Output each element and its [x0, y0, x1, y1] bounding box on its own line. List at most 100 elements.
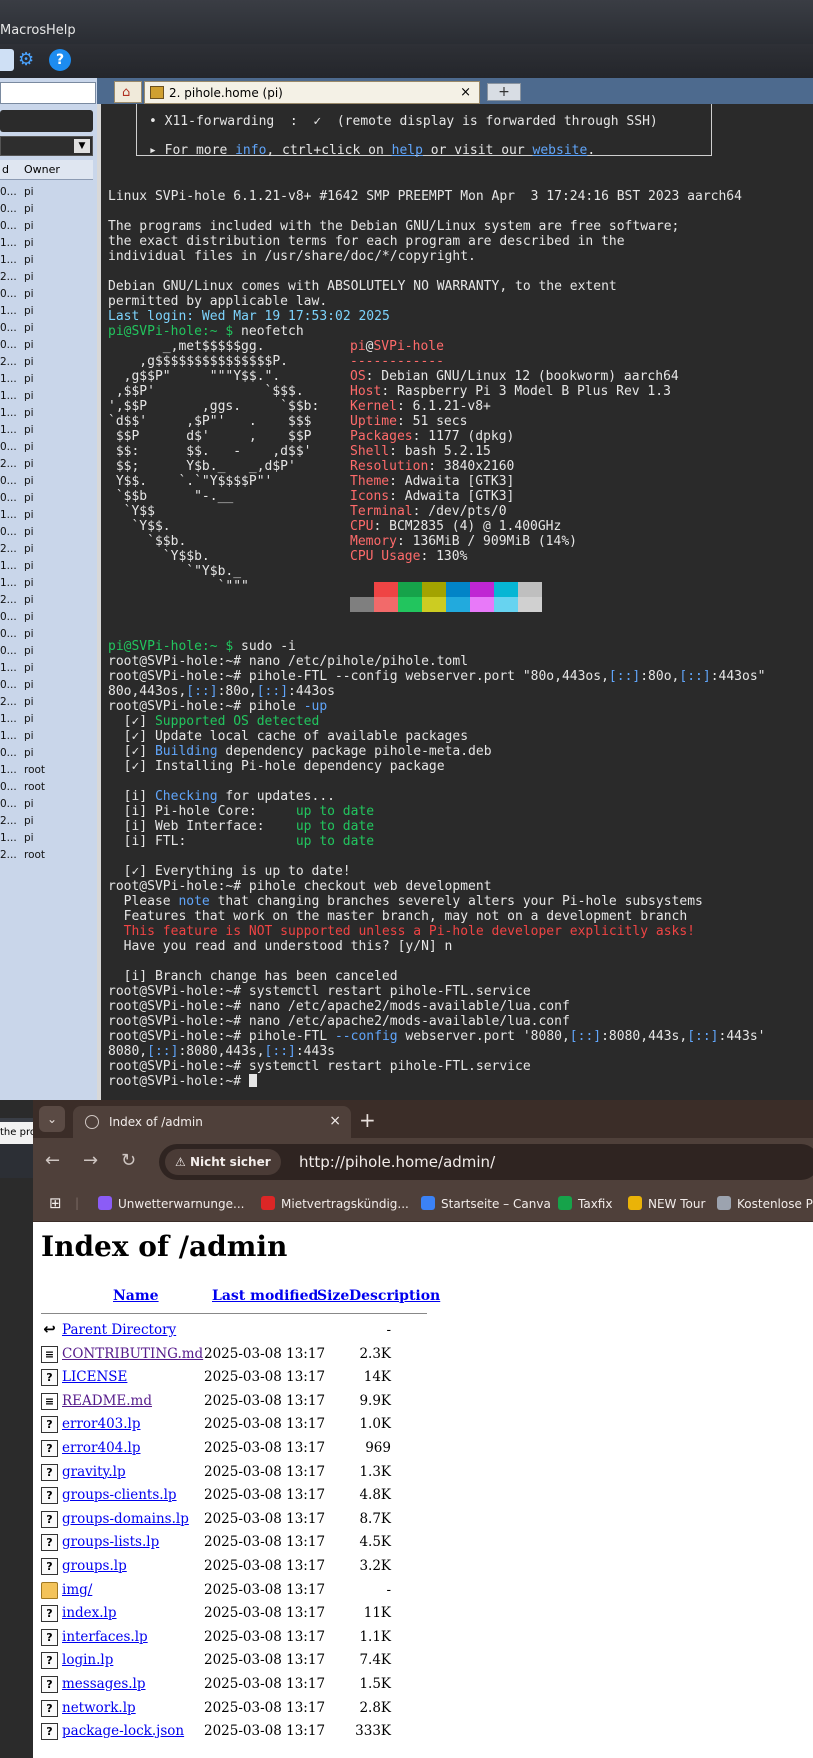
file-link[interactable]: groups-lists.lp [62, 1534, 159, 1550]
home-tab[interactable]: ⌂ [114, 81, 142, 103]
sort-description-link[interactable]: Description [349, 1288, 440, 1304]
menu-macros[interactable]: Macros [0, 23, 46, 38]
help-link[interactable]: help [392, 143, 423, 158]
back-icon[interactable]: ← [45, 1150, 60, 1171]
security-badge[interactable]: ⚠ Nicht sicher [165, 1149, 281, 1175]
reload-icon[interactable]: ↻ [121, 1150, 136, 1171]
bookmark-item[interactable]: NEW Tour [628, 1196, 705, 1211]
address-bar[interactable]: ⚠ Nicht sicher http://pihole.home/admin/ [159, 1144, 813, 1180]
file-link[interactable]: groups.lp [62, 1558, 127, 1574]
file-link[interactable]: messages.lp [62, 1676, 146, 1692]
tab-index-admin[interactable]: Index of /admin × [73, 1106, 351, 1138]
file-row[interactable]: 0... pi [0, 626, 93, 643]
toolbar-icon[interactable] [0, 49, 14, 71]
sort-name-link[interactable]: Name [113, 1288, 159, 1304]
new-tab-button[interactable]: + [487, 83, 521, 101]
file-row[interactable]: 1... pi [0, 575, 93, 592]
menu-help[interactable]: Help [46, 23, 76, 38]
column-header-d[interactable]: d [2, 163, 9, 176]
file-row[interactable]: 0... pi [0, 218, 93, 235]
url-text[interactable]: http://pihole.home/admin/ [299, 1153, 495, 1171]
file-link[interactable]: groups-clients.lp [62, 1487, 177, 1503]
bookmark-item[interactable]: Kostenlose P [717, 1196, 813, 1211]
file-link[interactable]: interfaces.lp [62, 1629, 148, 1645]
file-row[interactable]: 2... pi [0, 269, 93, 286]
free-line: the exact distribution terms for each pr… [108, 234, 625, 249]
file-link[interactable]: gravity.lp [62, 1464, 126, 1480]
file-row[interactable]: 2... root [0, 847, 93, 864]
sort-size-link[interactable]: Size [317, 1288, 349, 1304]
apps-icon[interactable]: ⊞ [49, 1194, 62, 1212]
website-link[interactable]: website [533, 143, 588, 158]
file-row[interactable]: 2... pi [0, 592, 93, 609]
file-link[interactable]: Parent Directory [62, 1322, 176, 1338]
file-row[interactable]: 1... pi [0, 422, 93, 439]
panel-combo[interactable]: ▼ [0, 136, 93, 156]
file-row[interactable]: 2... pi [0, 541, 93, 558]
file-row[interactable]: 0... pi [0, 439, 93, 456]
file-row[interactable]: 1... root [0, 762, 93, 779]
file-row[interactable]: 2... pi [0, 354, 93, 371]
file-link[interactable]: README.md [62, 1393, 152, 1409]
file-row[interactable]: 0... pi [0, 745, 93, 762]
file-row[interactable]: 0... pi [0, 286, 93, 303]
file-row[interactable]: 1... pi [0, 235, 93, 252]
file-row[interactable]: 0... pi [0, 796, 93, 813]
bookmark-item[interactable]: Unwetterwarnunge... [98, 1196, 244, 1211]
help-icon[interactable]: ? [49, 49, 71, 71]
gear-icon[interactable]: ⚙ [18, 49, 40, 71]
chevron-down-icon[interactable]: ▼ [74, 139, 90, 153]
file-row[interactable]: 1... pi [0, 830, 93, 847]
file-row[interactable]: 1... pi [0, 371, 93, 388]
file-row[interactable]: 1... pi [0, 660, 93, 677]
file-link[interactable]: LICENSE [62, 1369, 127, 1385]
file-row[interactable]: 1... pi [0, 711, 93, 728]
terminal[interactable]: • X11-forwarding : ✓ (remote display is … [97, 104, 813, 1100]
file-row[interactable]: 0... pi [0, 677, 93, 694]
new-tab-button[interactable]: + [359, 1108, 376, 1132]
file-row[interactable]: 2... pi [0, 456, 93, 473]
file-row[interactable]: 0... pi [0, 337, 93, 354]
cmd-line-current[interactable]: root@SVPi-hole:~# [108, 1074, 257, 1089]
file-row[interactable]: 1... pi [0, 507, 93, 524]
file-link[interactable]: error403.lp [62, 1416, 141, 1432]
file-row[interactable]: 0... pi [0, 184, 93, 201]
file-row[interactable]: 1... pi [0, 558, 93, 575]
file-row[interactable]: 1... pi [0, 388, 93, 405]
file-row[interactable]: 2... pi [0, 694, 93, 711]
close-tab-icon[interactable]: × [460, 85, 471, 100]
bookmark-item[interactable]: Taxfix [558, 1196, 612, 1211]
file-row[interactable]: 1... pi [0, 303, 93, 320]
close-tab-icon[interactable]: × [329, 1113, 341, 1129]
file-link[interactable]: package-lock.json [62, 1723, 184, 1739]
file-row[interactable]: 0... pi [0, 490, 93, 507]
file-link[interactable]: network.lp [62, 1700, 136, 1716]
tab-pihole-home[interactable]: 2. pihole.home (pi) × [144, 81, 480, 104]
file-row[interactable]: 1... pi [0, 405, 93, 422]
file-link[interactable]: CONTRIBUTING.md [62, 1346, 203, 1362]
file-row[interactable]: 1... pi [0, 252, 93, 269]
bookmark-item[interactable]: Mietvertragskündig... [261, 1196, 409, 1211]
file-row[interactable]: 0... pi [0, 473, 93, 490]
tab-search-button[interactable]: ⌄ [39, 1106, 65, 1132]
file-row[interactable]: 0... pi [0, 524, 93, 541]
modified-cell: 2025-03-08 13:17 [204, 1534, 326, 1551]
file-row[interactable]: 0... pi [0, 643, 93, 660]
file-link[interactable]: index.lp [62, 1605, 117, 1621]
file-link[interactable]: login.lp [62, 1652, 113, 1668]
bookmark-item[interactable]: Startseite – Canva [421, 1196, 551, 1211]
file-link[interactable]: img/ [62, 1582, 92, 1598]
file-link[interactable]: groups-domains.lp [62, 1511, 189, 1527]
file-row[interactable]: 0... pi [0, 320, 93, 337]
info-link[interactable]: info [235, 143, 266, 158]
file-row[interactable]: 0... root [0, 779, 93, 796]
file-row[interactable]: 2... pi [0, 813, 93, 830]
file-link[interactable]: error404.lp [62, 1440, 141, 1456]
forward-icon[interactable]: → [83, 1150, 98, 1171]
file-row[interactable]: 0... pi [0, 609, 93, 626]
file-row[interactable]: 1... pi [0, 728, 93, 745]
file-row[interactable]: 0... pi [0, 201, 93, 218]
path-input[interactable] [0, 82, 96, 104]
sort-modified-link[interactable]: Last modified [212, 1288, 318, 1304]
column-header-owner[interactable]: Owner [24, 163, 60, 176]
